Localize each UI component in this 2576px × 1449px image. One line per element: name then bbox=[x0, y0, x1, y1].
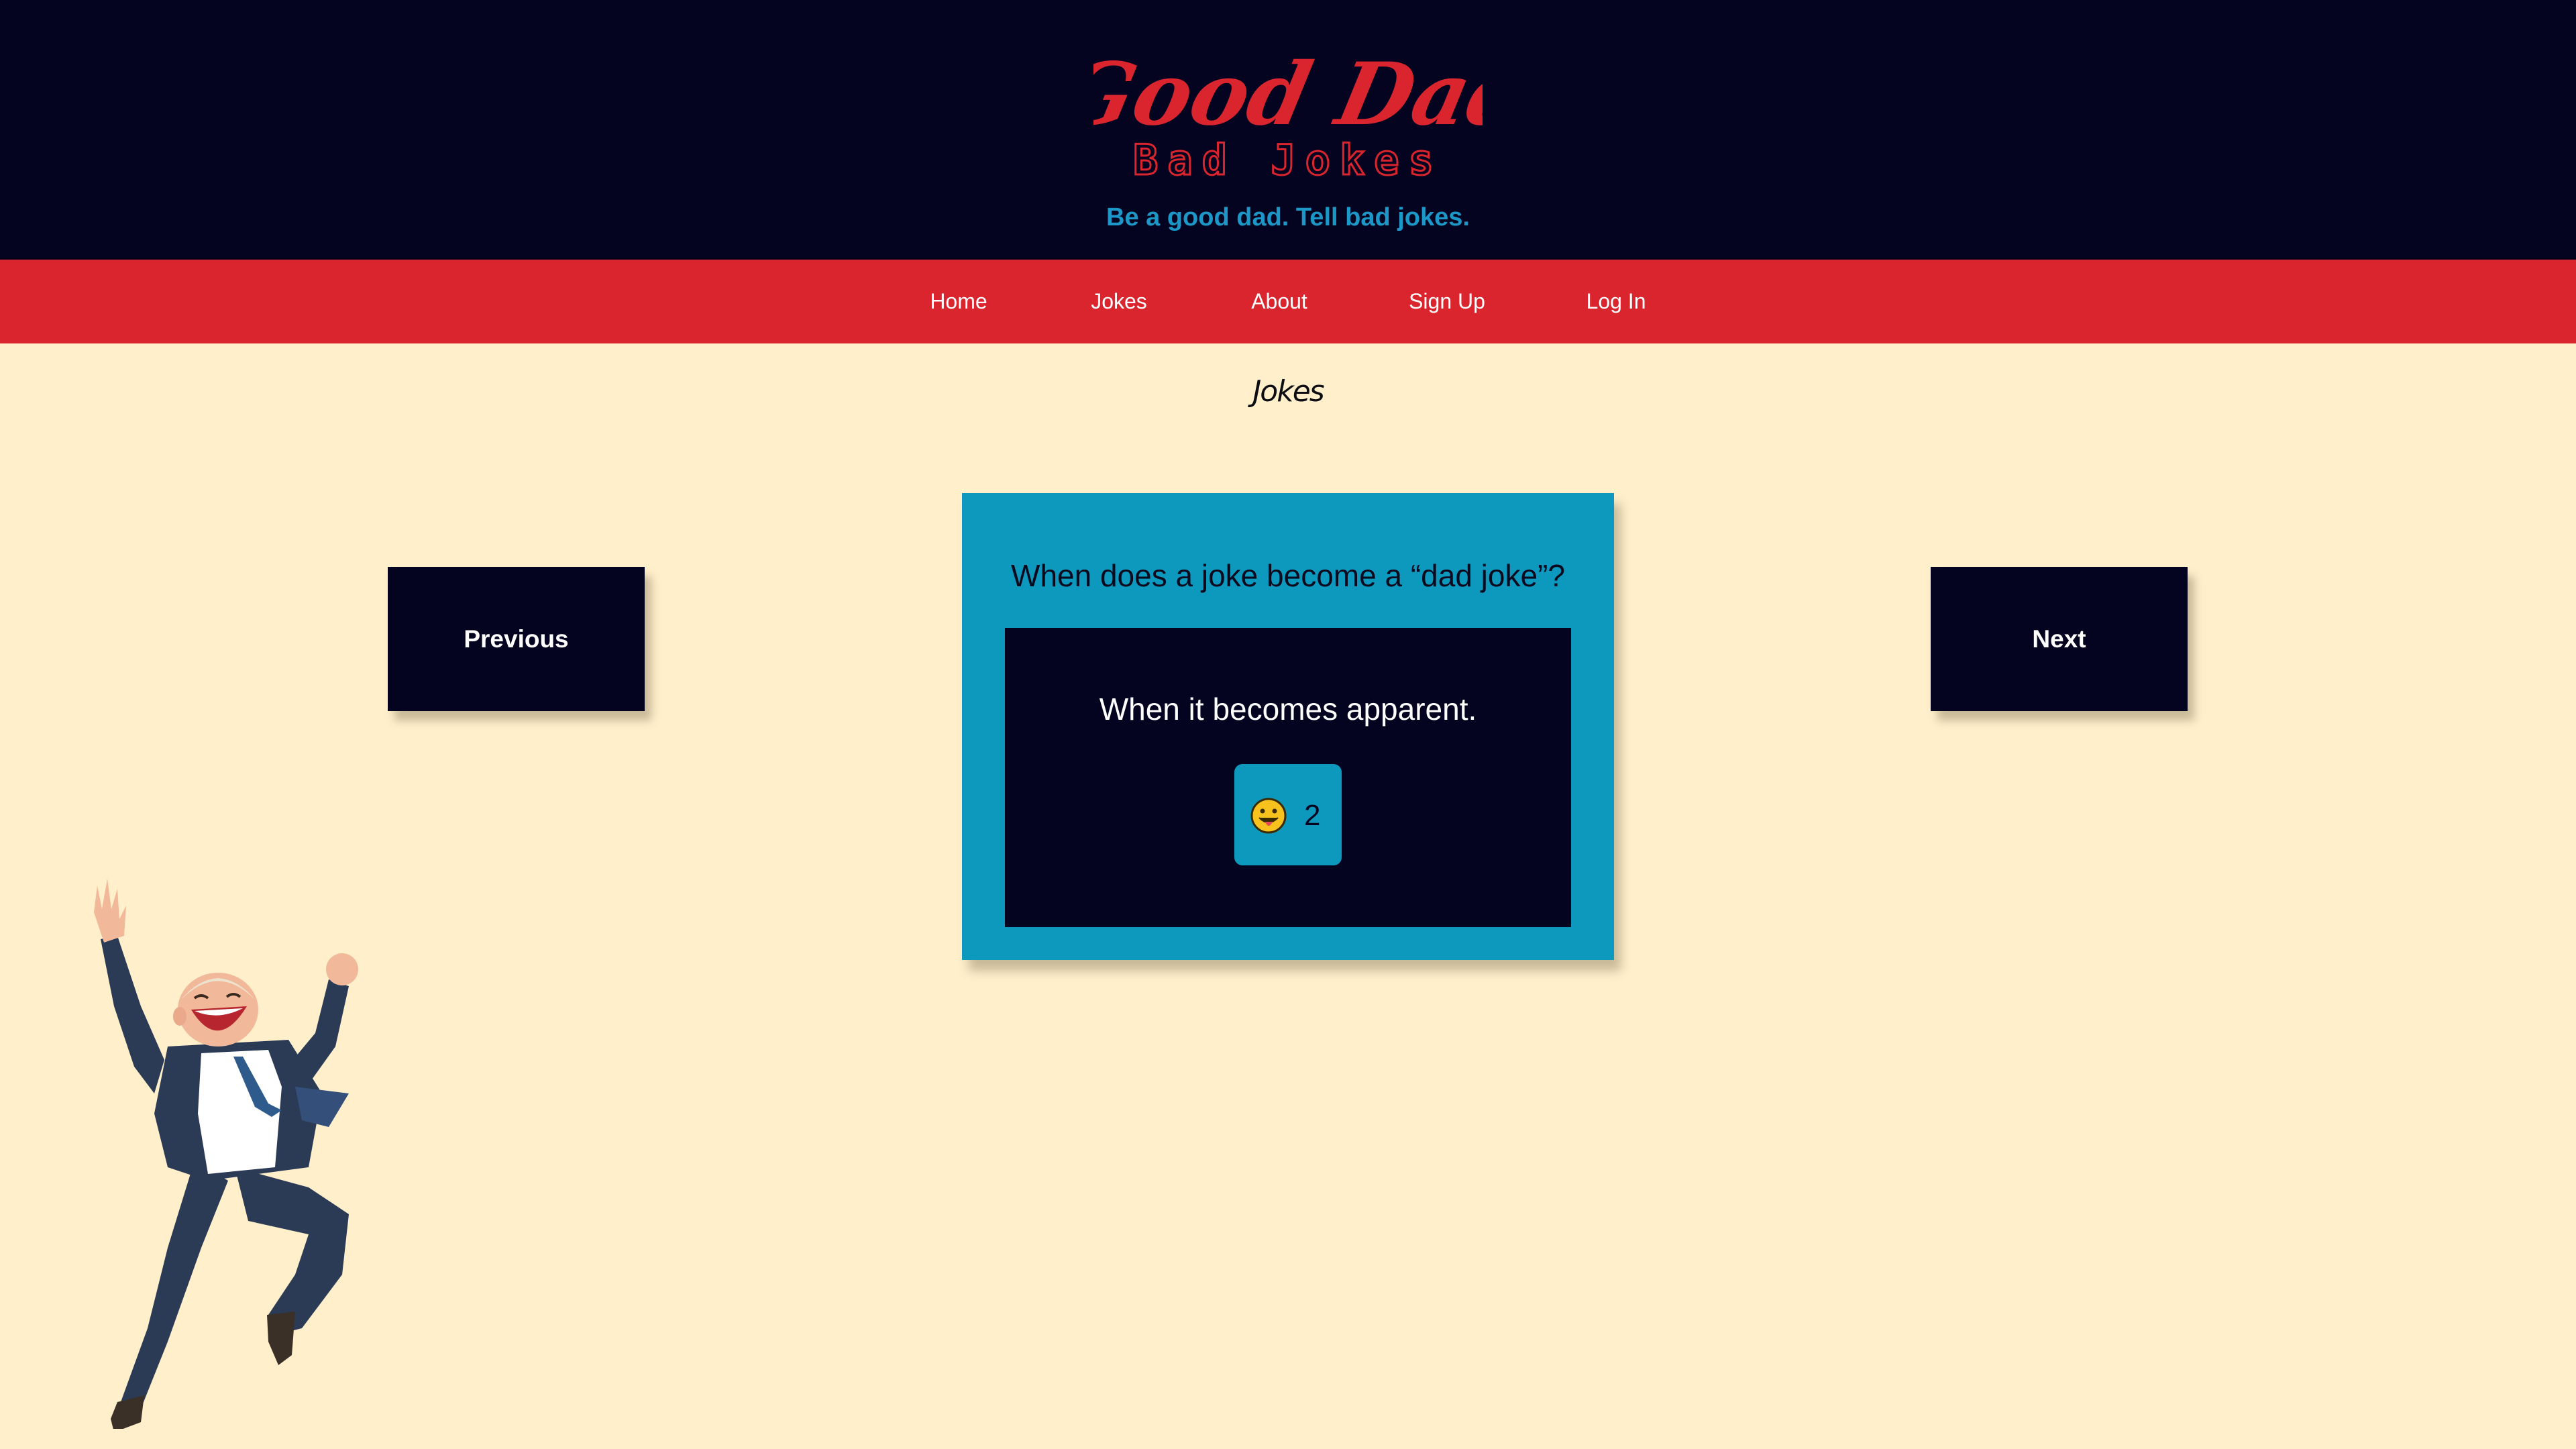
joke-answer-panel: When it becomes apparent. 2 bbox=[1005, 628, 1571, 927]
nav-about-link[interactable]: About bbox=[1251, 260, 1307, 343]
logo-text-bad-jokes: Bad Jokes bbox=[1133, 136, 1443, 184]
site-tagline: Be a good dad. Tell bad jokes. bbox=[1106, 203, 1470, 231]
joke-question: When does a joke become a “dad joke”? bbox=[1011, 558, 1565, 593]
nav-jokes-link[interactable]: Jokes bbox=[1091, 260, 1147, 343]
next-button[interactable]: Next bbox=[1931, 567, 2188, 711]
tongue-out-face-icon bbox=[1250, 798, 1287, 834]
nav-home-link[interactable]: Home bbox=[930, 260, 987, 343]
site-logo[interactable]: Good Dad Bad Jokes bbox=[1093, 40, 1483, 184]
previous-button[interactable]: Previous bbox=[388, 567, 645, 711]
nav-log-in-link[interactable]: Log In bbox=[1587, 260, 1646, 343]
laughing-dad-illustration bbox=[94, 879, 358, 1429]
joke-answer: When it becomes apparent. bbox=[1099, 692, 1477, 727]
joke-card: When does a joke become a “dad joke”? Wh… bbox=[962, 493, 1614, 960]
site-header: Good Dad Bad Jokes Be a good dad. Tell b… bbox=[0, 0, 2576, 260]
page-title: Jokes bbox=[1252, 374, 1324, 409]
reaction-button[interactable]: 2 bbox=[1234, 764, 1342, 865]
nav-sign-up-link[interactable]: Sign Up bbox=[1409, 260, 1485, 343]
main-nav: Home Jokes About Sign Up Log In bbox=[0, 260, 2576, 343]
reaction-count: 2 bbox=[1304, 799, 1321, 832]
logo-text-good-dad: Good Dad bbox=[1093, 43, 1483, 144]
